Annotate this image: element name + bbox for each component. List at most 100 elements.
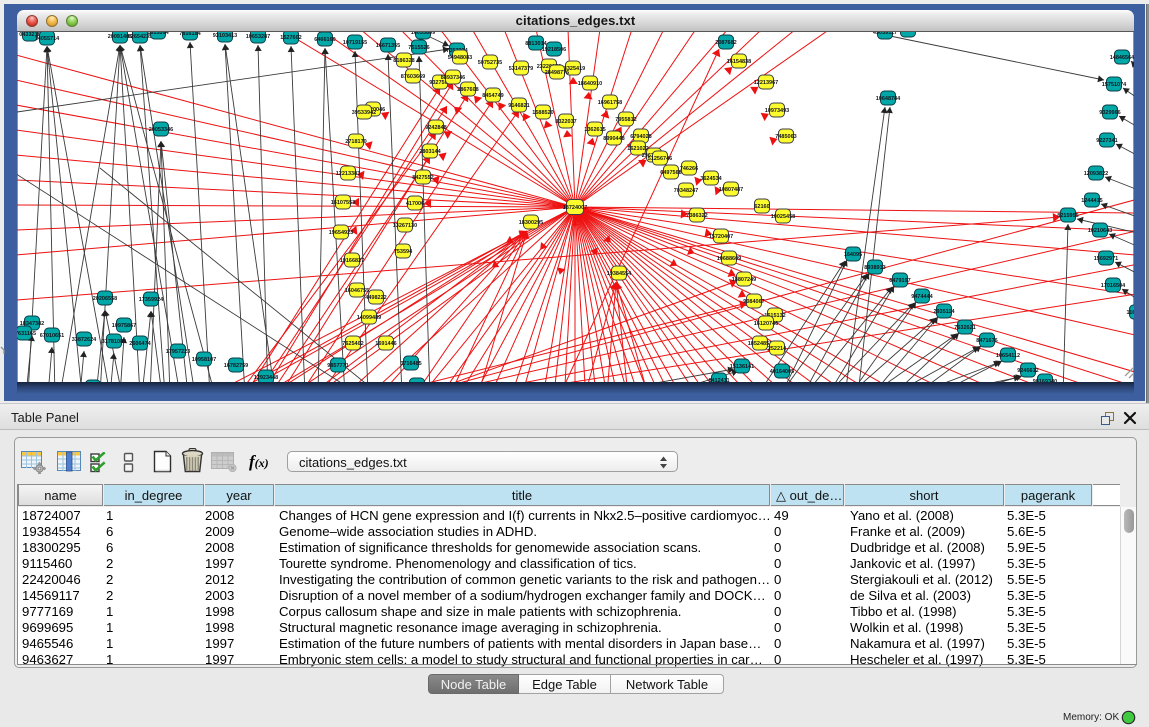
svg-text:10210643: 10210643: [1088, 228, 1112, 234]
svg-text:15692971: 15692971: [1094, 256, 1118, 262]
svg-text:87603669: 87603669: [401, 74, 425, 80]
svg-text:93103413: 93103413: [213, 33, 237, 39]
svg-text:9329966: 9329966: [1099, 110, 1120, 116]
svg-text:12093822: 12093822: [1084, 171, 1108, 177]
svg-text:3716485: 3716485: [400, 361, 421, 367]
svg-text:20053346: 20053346: [149, 127, 173, 133]
svg-text:1362615: 1362615: [584, 127, 605, 133]
svg-text:8471676: 8471676: [976, 338, 997, 344]
svg-text:10975867: 10975867: [112, 323, 136, 329]
svg-text:17957223: 17957223: [166, 349, 190, 355]
svg-text:18640910: 18640910: [578, 81, 602, 87]
svg-text:10807487: 10807487: [719, 187, 743, 193]
svg-text:10958107: 10958107: [192, 357, 216, 363]
svg-text:28498776: 28498776: [545, 70, 569, 76]
svg-text:14099489: 14099489: [357, 315, 381, 321]
svg-text:9146821: 9146821: [508, 103, 529, 109]
svg-text:12213383: 12213383: [336, 171, 360, 177]
svg-text:10973493: 10973493: [765, 108, 789, 114]
svg-text:10653287: 10653287: [246, 34, 270, 40]
svg-text:19384554: 19384554: [607, 271, 632, 277]
svg-text:10648784: 10648784: [876, 96, 901, 102]
svg-text:164095: 164095: [844, 252, 862, 258]
svg-text:2606474: 2606474: [129, 341, 151, 347]
svg-text:10654112: 10654112: [996, 353, 1020, 359]
svg-text:31781080: 31781080: [102, 339, 126, 345]
svg-text:1621022: 1621022: [627, 146, 648, 152]
svg-text:12923448: 12923448: [254, 375, 278, 381]
svg-text:18724007: 18724007: [563, 205, 587, 211]
svg-text:13267130: 13267130: [393, 223, 417, 229]
svg-text:10025458: 10025458: [771, 214, 795, 220]
svg-text:37631165: 37631165: [17, 331, 36, 337]
svg-text:6479197: 6479197: [889, 278, 910, 284]
svg-text:16120746: 16120746: [754, 321, 778, 327]
svg-text:53147379: 53147379: [509, 66, 533, 72]
svg-text:9245612: 9245612: [1017, 368, 1038, 374]
svg-text:14846564: 14846564: [1110, 55, 1134, 61]
svg-text:15136141: 15136141: [730, 364, 754, 370]
svg-text:8938913: 8938913: [864, 265, 885, 271]
svg-text:3624534: 3624534: [700, 176, 722, 182]
svg-text:7632621: 7632621: [954, 325, 975, 331]
svg-text:1691446: 1691446: [375, 341, 396, 347]
svg-text:50752735: 50752735: [478, 60, 502, 66]
svg-text:8427552: 8427552: [412, 175, 433, 181]
svg-text:10719155: 10719155: [343, 40, 367, 46]
svg-text:6794028: 6794028: [630, 134, 651, 140]
svg-text:1588520: 1588520: [532, 110, 553, 116]
svg-text:16046755: 16046755: [345, 288, 369, 294]
svg-text:252214: 252214: [768, 346, 787, 352]
svg-text:7515526: 7515526: [408, 45, 429, 51]
svg-text:1244415: 1244415: [1081, 198, 1102, 204]
svg-text:43039117: 43039117: [873, 32, 897, 36]
svg-text:8215955: 8215955: [1057, 213, 1078, 219]
svg-text:39533942: 39533942: [352, 110, 376, 116]
svg-text:70348247: 70348247: [674, 188, 698, 194]
svg-text:10688609: 10688609: [717, 256, 741, 262]
svg-text:1615594: 1615594: [147, 32, 169, 36]
svg-text:9242848: 9242848: [425, 125, 446, 131]
svg-text:15720407: 15720407: [709, 234, 733, 240]
svg-text:9227341: 9227341: [1096, 138, 1117, 144]
svg-text:18807249: 18807249: [732, 277, 756, 283]
svg-text:67010651: 67010651: [40, 333, 64, 339]
svg-text:54948083: 54948083: [448, 55, 472, 61]
svg-text:8990448: 8990448: [603, 136, 624, 142]
svg-text:8454749: 8454749: [482, 93, 503, 99]
svg-text:15751074: 15751074: [1102, 82, 1127, 88]
svg-text:7485063: 7485063: [775, 134, 796, 140]
svg-text:16033809: 16033809: [411, 32, 435, 36]
svg-text:7625402: 7625402: [342, 341, 363, 347]
svg-text:8186328: 8186328: [393, 58, 414, 64]
svg-text:8322037: 8322037: [555, 119, 576, 125]
svg-text:16154838: 16154838: [727, 59, 751, 65]
svg-text:40164005: 40164005: [770, 369, 794, 375]
svg-text:7816184: 7816184: [179, 32, 201, 37]
svg-text:6466160: 6466160: [314, 37, 335, 43]
svg-text:19218506: 19218506: [542, 47, 566, 53]
svg-text:17359924: 17359924: [139, 297, 164, 303]
svg-text:2718170: 2718170: [345, 139, 366, 145]
svg-text:2935114: 2935114: [933, 309, 955, 315]
svg-text:7386322: 7386322: [686, 213, 707, 219]
svg-text:16671355: 16671355: [376, 43, 400, 49]
svg-text:14055714: 14055714: [35, 36, 60, 42]
svg-text:12213967: 12213967: [754, 80, 778, 86]
svg-text:2867608: 2867608: [457, 87, 478, 93]
svg-text:1167534: 1167534: [1126, 310, 1134, 316]
svg-text:88937346: 88937346: [441, 75, 465, 81]
svg-text:19166827: 19166827: [340, 258, 364, 264]
svg-text:16107553: 16107553: [331, 200, 355, 206]
svg-text:16961758: 16961758: [598, 100, 622, 106]
svg-text:51256746: 51256746: [648, 156, 672, 162]
svg-text:33872624: 33872624: [72, 337, 97, 343]
svg-text:7955812: 7955812: [615, 117, 636, 123]
svg-text:16782759: 16782759: [224, 363, 248, 369]
svg-text:62160: 62160: [754, 204, 769, 210]
svg-text:9084067: 9084067: [743, 299, 764, 305]
svg-text:9857771: 9857771: [327, 363, 348, 369]
svg-text:417006: 417006: [406, 201, 424, 207]
svg-text:2087682: 2087682: [715, 40, 736, 46]
svg-text:17016504: 17016504: [1101, 283, 1126, 289]
